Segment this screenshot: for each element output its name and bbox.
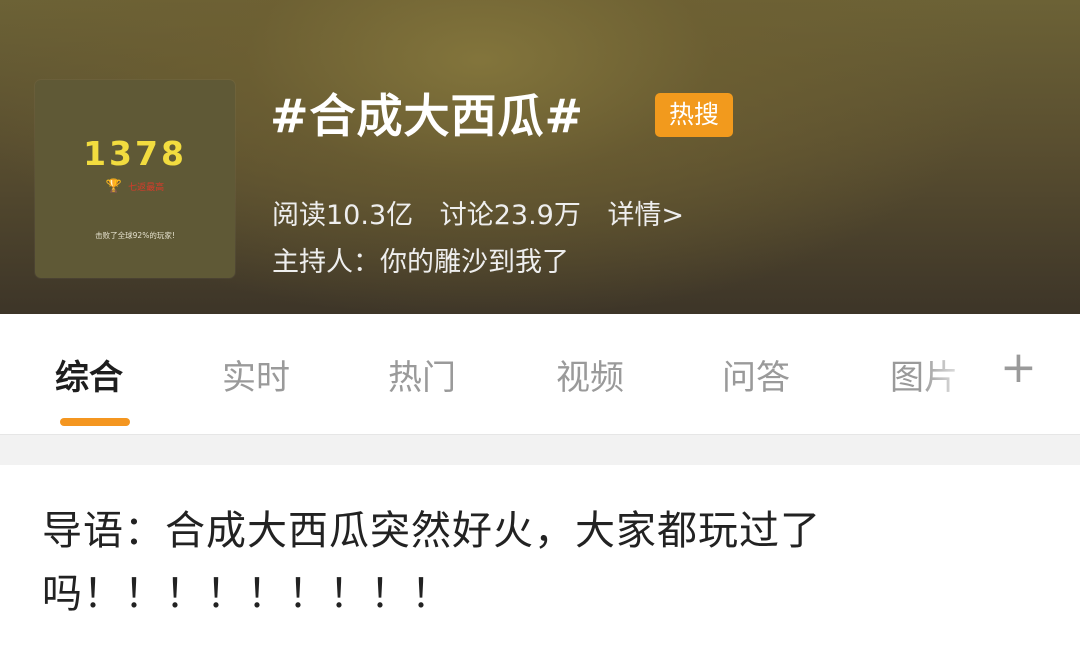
active-tab-indicator (60, 418, 130, 426)
trophy-icon: 🏆 (105, 179, 122, 194)
best-label: 七返最高 (128, 183, 165, 193)
best-score-row: 🏆 七返最高 (35, 179, 235, 194)
tab-qa[interactable]: 问答 (722, 350, 790, 399)
topic-host: 主持人：你的雕沙到我了 (272, 247, 569, 278)
hot-search-badge: 热搜 (655, 93, 733, 137)
discussion-count: 讨论23.9万 (439, 200, 581, 231)
game-score: 1378 (83, 134, 187, 173)
tab-overflow-fade (920, 340, 1000, 410)
topic-intro: 导语：合成大西瓜突然好火，大家都玩过了吗！！！！！！！！！ (42, 508, 821, 617)
topic-thumbnail[interactable]: 1378 🏆 七返最高 击败了全球92%的玩家! (35, 80, 235, 278)
topic-stats: 阅读10.3亿 讨论23.9万 详情> (272, 193, 702, 232)
topic-header: 1378 🏆 七返最高 击败了全球92%的玩家! #合成大西瓜# 热搜 阅读10… (0, 0, 1080, 314)
read-count: 阅读10.3亿 (272, 200, 414, 231)
details-link[interactable]: 详情> (607, 200, 684, 231)
beat-text: 击败了全球92%的玩家! (95, 231, 175, 240)
section-divider (0, 434, 1080, 465)
add-tab-icon[interactable]: + (1000, 346, 1037, 390)
tab-comprehensive[interactable]: 综合 (55, 350, 123, 399)
topic-title: #合成大西瓜# (270, 89, 585, 143)
tab-video[interactable]: 视频 (556, 350, 624, 399)
tab-hot[interactable]: 热门 (388, 350, 456, 399)
tab-realtime[interactable]: 实时 (222, 350, 290, 399)
